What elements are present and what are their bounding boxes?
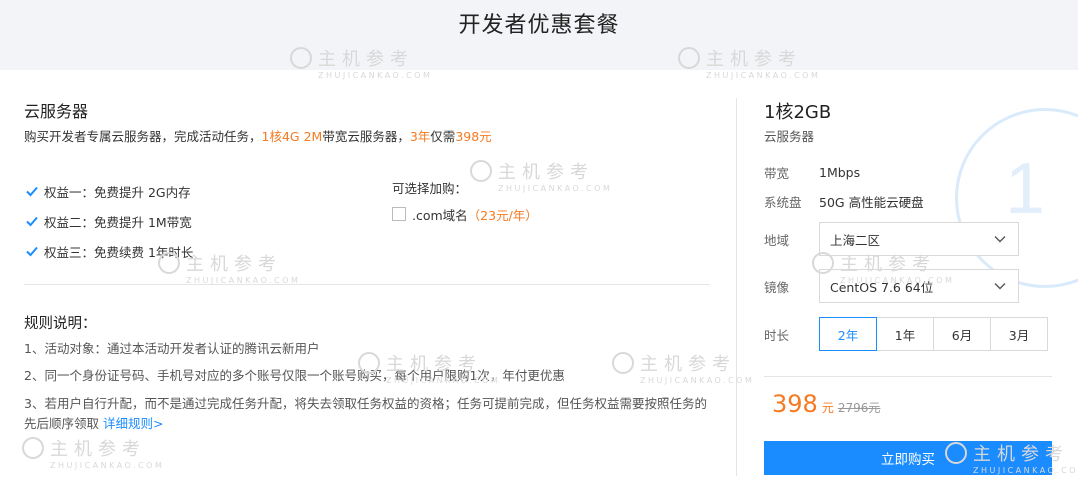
disk-label: 系统盘 [764, 194, 802, 210]
benefit-label: 权益二：免费提升 1M带宽 [44, 214, 192, 230]
benefit-label: 权益一：免费提升 2G内存 [44, 184, 191, 200]
rules-list: 1、活动对象：通过本活动开发者认证的腾讯云新用户 2、同一个身份证号码、手机号对… [24, 340, 714, 443]
price-unit: 元 [821, 401, 834, 415]
original-price: 2796元 [837, 401, 881, 415]
column-divider [736, 98, 737, 476]
duration-label: 时长 [764, 327, 790, 343]
section-title: 云服务器 [24, 102, 89, 121]
duration-option-6m[interactable]: 6月 [933, 317, 991, 351]
check-icon [26, 186, 38, 197]
desc-highlight-price: 398元 [455, 129, 492, 144]
spec-subtitle: 云服务器 [764, 129, 815, 144]
spec-title: 1核2GB [764, 102, 832, 123]
buy-now-button[interactable]: 立即购买 [764, 441, 1052, 475]
rules-title: 规则说明： [24, 316, 97, 332]
page-title: 开发者优惠套餐 [458, 13, 620, 38]
domain-checkbox[interactable] [392, 207, 406, 221]
bandwidth-label: 带宽 [764, 165, 790, 181]
bandwidth-value: 1Mbps [819, 164, 861, 180]
duration-option-2y[interactable]: 2年 [819, 317, 877, 351]
check-icon [26, 216, 38, 227]
rule-item: 2、同一个身份证号码、手机号对应的多个账号仅限一个账号购买，每个用户限购1次，年… [24, 368, 565, 383]
image-select[interactable]: CentOS 7.6 64位 [819, 269, 1019, 303]
price-display: 398 元 2796元 [772, 390, 880, 418]
duration-row: 时长 2年 1年 6月 3月 [764, 317, 1048, 351]
price-divider [764, 376, 1052, 377]
domain-price: （23元/年） [467, 207, 538, 223]
benefit-item: 权益一：免费提升 2G内存 [24, 176, 193, 206]
chevron-down-icon [994, 283, 1006, 290]
offer-card: 1 云服务器 购买开发者专属云服务器，完成活动任务，1核4G 2M带宽云服务器，… [0, 70, 1078, 500]
benefit-list: 权益一：免费提升 2G内存 权益二：免费提升 1M带宽 权益三：免费续费 1年时… [24, 176, 193, 266]
section-description: 购买开发者专属云服务器，完成活动任务，1核4G 2M带宽云服务器，3年仅需398… [24, 126, 492, 145]
duration-option-1y[interactable]: 1年 [876, 317, 934, 351]
page-header: 开发者优惠套餐 [0, 0, 1078, 70]
region-select[interactable]: 上海二区 [819, 222, 1019, 256]
bandwidth-row: 带宽 1Mbps [764, 162, 860, 182]
detail-rules-link[interactable]: 详细规则> [103, 416, 163, 431]
current-price: 398 [772, 390, 818, 418]
image-row: 镜像 CentOS 7.6 64位 [764, 269, 1019, 303]
desc-middle2: 仅需 [430, 129, 456, 144]
desc-highlight-years: 3年 [409, 129, 431, 144]
duration-option-3m[interactable]: 3月 [990, 317, 1048, 351]
benefit-label: 权益三：免费续费 1年时长 [44, 244, 194, 260]
chevron-down-icon [994, 236, 1006, 243]
desc-highlight-config: 1核4G 2M [261, 129, 323, 144]
domain-label: .com域名 [412, 207, 468, 223]
disk-value: 50G 高性能云硬盘 [819, 194, 924, 210]
benefit-item: 权益三：免费续费 1年时长 [24, 236, 193, 266]
duration-options: 2年 1年 6月 3月 [819, 317, 1048, 351]
check-icon [26, 246, 38, 257]
region-row: 地域 上海二区 [764, 222, 1019, 256]
benefit-item: 权益二：免费提升 1M带宽 [24, 206, 193, 236]
section-divider [24, 284, 710, 285]
desc-middle: 带宽云服务器， [322, 129, 410, 144]
addon-title: 可选择加购： [392, 181, 468, 196]
desc-prefix: 购买开发者专属云服务器，完成活动任务， [24, 129, 262, 144]
region-value: 上海二区 [830, 232, 881, 248]
rule-item: 1、活动对象：通过本活动开发者认证的腾讯云新用户 [24, 341, 320, 356]
disk-row: 系统盘 50G 高性能云硬盘 [764, 191, 924, 211]
rule-item: 3、若用户自行升配，而不是通过完成任务升配，将失去领取任务权益的资格；任务可提前… [24, 394, 714, 434]
image-label: 镜像 [764, 279, 790, 295]
addon-domain-option[interactable]: .com域名 （23元/年） [392, 204, 538, 224]
region-label: 地域 [764, 232, 790, 248]
image-value: CentOS 7.6 64位 [830, 279, 934, 295]
decorative-number: 1 [1005, 149, 1046, 229]
